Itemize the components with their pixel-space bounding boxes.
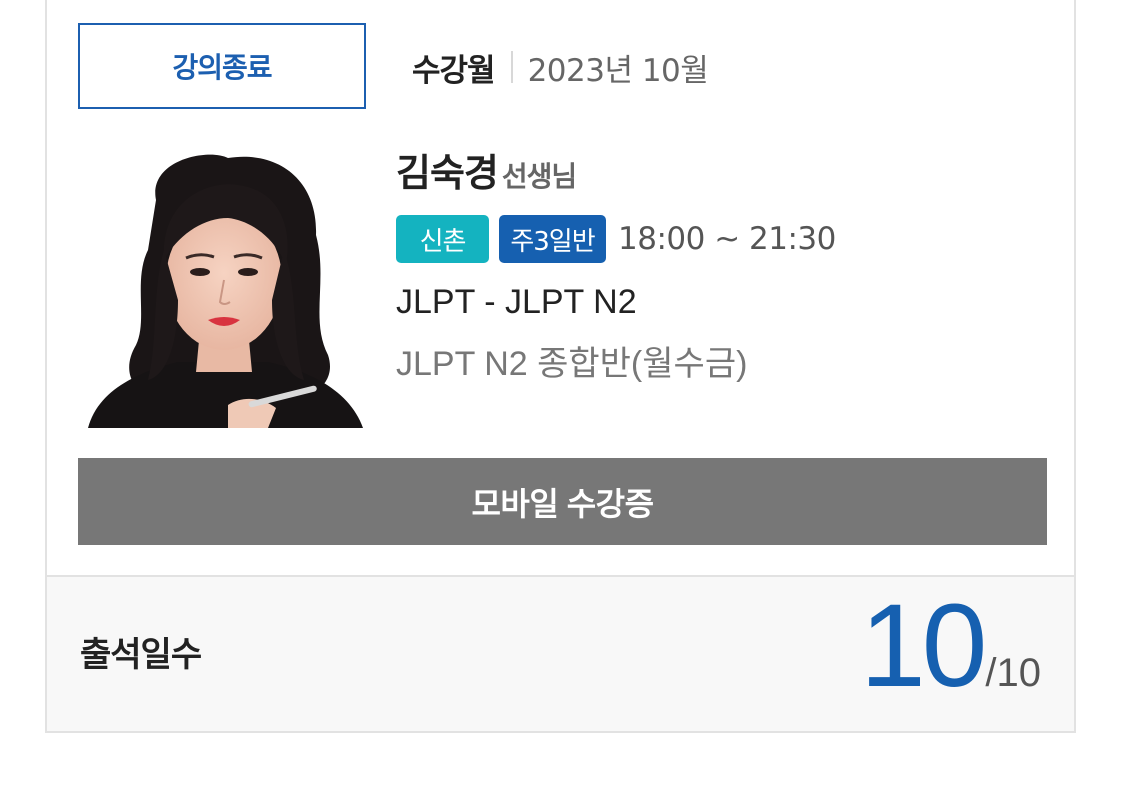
divider <box>510 51 513 83</box>
status-badge: 강의종료 <box>78 23 366 109</box>
attendance-label: 출석일수 <box>80 635 202 675</box>
class-time: 18:00 ~ 21:30 <box>618 221 836 257</box>
status-label: 강의종료 <box>172 51 272 84</box>
course-category: JLPT - JLPT N2 <box>396 283 637 321</box>
enrollment-month-value: 2023년 10월 <box>527 52 709 89</box>
mobile-certificate-button[interactable]: 모바일 수강증 <box>78 458 1047 545</box>
attendance-count: 10 /10 <box>860 587 1041 705</box>
teacher-name: 김숙경 <box>396 151 499 195</box>
teacher-portrait-image <box>88 154 363 428</box>
course-title: JLPT N2 종합반(월수금) <box>396 345 748 383</box>
attendance-total: /10 <box>985 651 1041 695</box>
teacher-photo <box>78 140 366 428</box>
attendance-panel: 출석일수 10 /10 <box>45 575 1076 733</box>
teacher-suffix: 선생님 <box>501 160 577 193</box>
teacher-info: 김숙경 선생님 <box>396 142 577 197</box>
location-badge: 신촌 <box>396 215 489 263</box>
attendance-value: 10 <box>860 580 987 712</box>
class-tags: 신촌 주3일반 18:00 ~ 21:30 <box>396 215 836 263</box>
enrollment-month-label: 수강월 <box>412 52 496 89</box>
enrollment-month: 수강월 2023년 10월 <box>412 44 709 90</box>
schedule-badge: 주3일반 <box>499 215 606 263</box>
